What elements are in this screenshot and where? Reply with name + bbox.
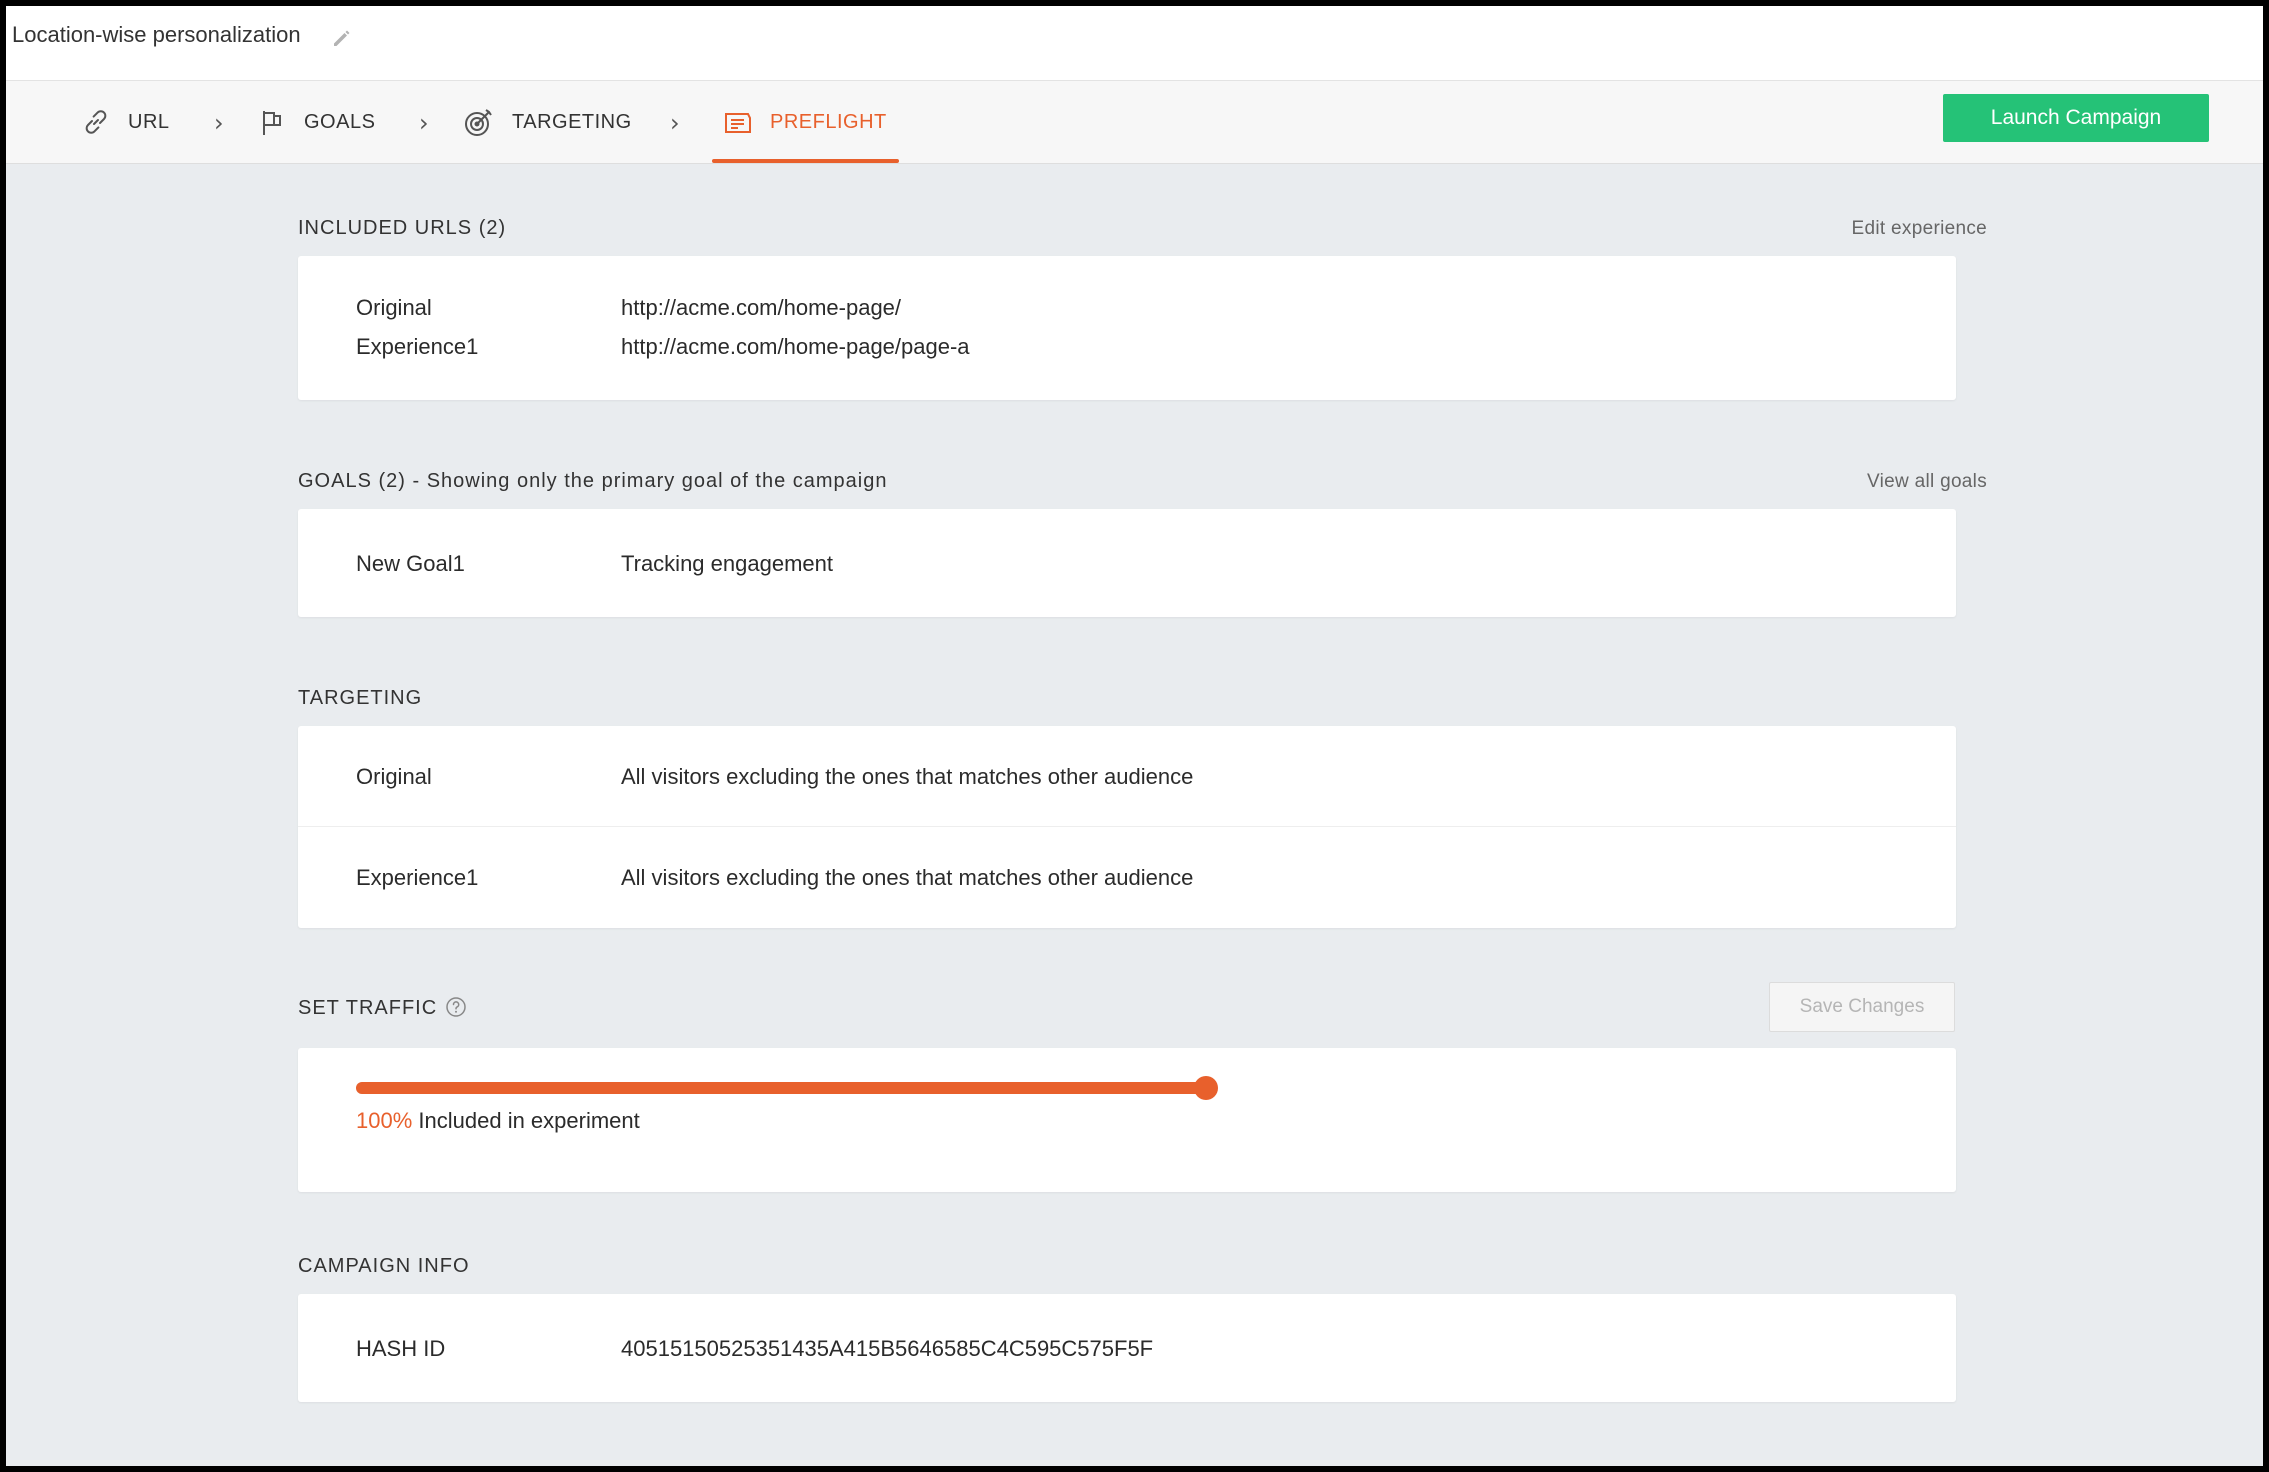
campaign-name: Location-wise personalization: [12, 22, 301, 47]
traffic-label: Included in experiment: [418, 1108, 640, 1133]
row-key: Original: [356, 295, 432, 320]
step-targeting[interactable]: TARGETING: [462, 81, 632, 163]
step-goals[interactable]: GOALS: [256, 81, 375, 163]
launch-campaign-button[interactable]: Launch Campaign: [1943, 94, 2209, 142]
app-window: Location-wise personalization URL › GOAL…: [6, 6, 2263, 1466]
campaign-info-title: CAMPAIGN INFO: [298, 1255, 470, 1277]
chevron-right-icon: ›: [214, 109, 224, 137]
row-value: All visitors excluding the ones that mat…: [621, 764, 1194, 789]
step-label: URL: [128, 110, 170, 133]
campaign-info-card: HASH ID 40515150525351435A415B5646585C4C…: [298, 1294, 1956, 1402]
save-changes-button[interactable]: Save Changes: [1769, 982, 1955, 1032]
goals-card: New Goal1 Tracking engagement: [298, 509, 1956, 617]
traffic-card: 100% Included in experiment: [298, 1048, 1956, 1192]
row-key: HASH ID: [356, 1336, 446, 1361]
step-label: PREFLIGHT: [770, 110, 887, 133]
row-key: New Goal1: [356, 551, 465, 576]
row-value: http://acme.com/home-page/page-a: [621, 334, 970, 359]
step-preflight[interactable]: PREFLIGHT: [712, 81, 899, 163]
row-divider: [298, 826, 1956, 827]
traffic-summary: 100% Included in experiment: [356, 1108, 640, 1134]
chevron-right-icon: ›: [670, 109, 680, 137]
included-urls-title: INCLUDED URLS (2): [298, 217, 507, 239]
preflight-icon: [725, 113, 751, 133]
target-icon: [465, 109, 492, 136]
row-key: Experience1: [356, 334, 479, 359]
set-traffic-label: SET TRAFFIC: [298, 997, 438, 1019]
row-value: http://acme.com/home-page/: [621, 295, 902, 320]
hash-id-value: 40515150525351435A415B5646585C4C595C575F…: [621, 1336, 1154, 1361]
traffic-slider-handle[interactable]: [1194, 1076, 1218, 1100]
top-bar: Location-wise personalization: [6, 6, 2263, 81]
view-all-goals-link[interactable]: View all goals: [1867, 471, 1987, 493]
row-key: Experience1: [356, 865, 479, 890]
step-url[interactable]: URL: [80, 81, 170, 163]
step-navigation: URL › GOALS › TARGETING › PREFLIGHT: [6, 81, 2263, 164]
edit-experience-link[interactable]: Edit experience: [1852, 218, 1987, 240]
traffic-slider[interactable]: [356, 1076, 1218, 1100]
set-traffic-title: SET TRAFFIC: [298, 996, 467, 1020]
step-label: TARGETING: [512, 110, 632, 133]
row-key: Original: [356, 764, 432, 789]
targeting-card: Original All visitors excluding the ones…: [298, 726, 1956, 928]
included-urls-card: Original http://acme.com/home-page/ Expe…: [298, 256, 1956, 400]
chevron-right-icon: ›: [419, 109, 429, 137]
goals-title: GOALS (2) - Showing only the primary goa…: [298, 470, 888, 492]
help-icon[interactable]: [445, 996, 467, 1018]
targeting-title: TARGETING: [298, 687, 423, 709]
traffic-percent: 100%: [356, 1108, 413, 1133]
step-label: GOALS: [304, 110, 376, 133]
link-icon: [85, 110, 107, 134]
row-value: Tracking engagement: [621, 551, 833, 576]
flag-icon: [263, 111, 281, 135]
row-value: All visitors excluding the ones that mat…: [621, 865, 1194, 890]
traffic-slider-fill: [356, 1082, 1206, 1094]
pencil-icon[interactable]: [330, 26, 354, 50]
